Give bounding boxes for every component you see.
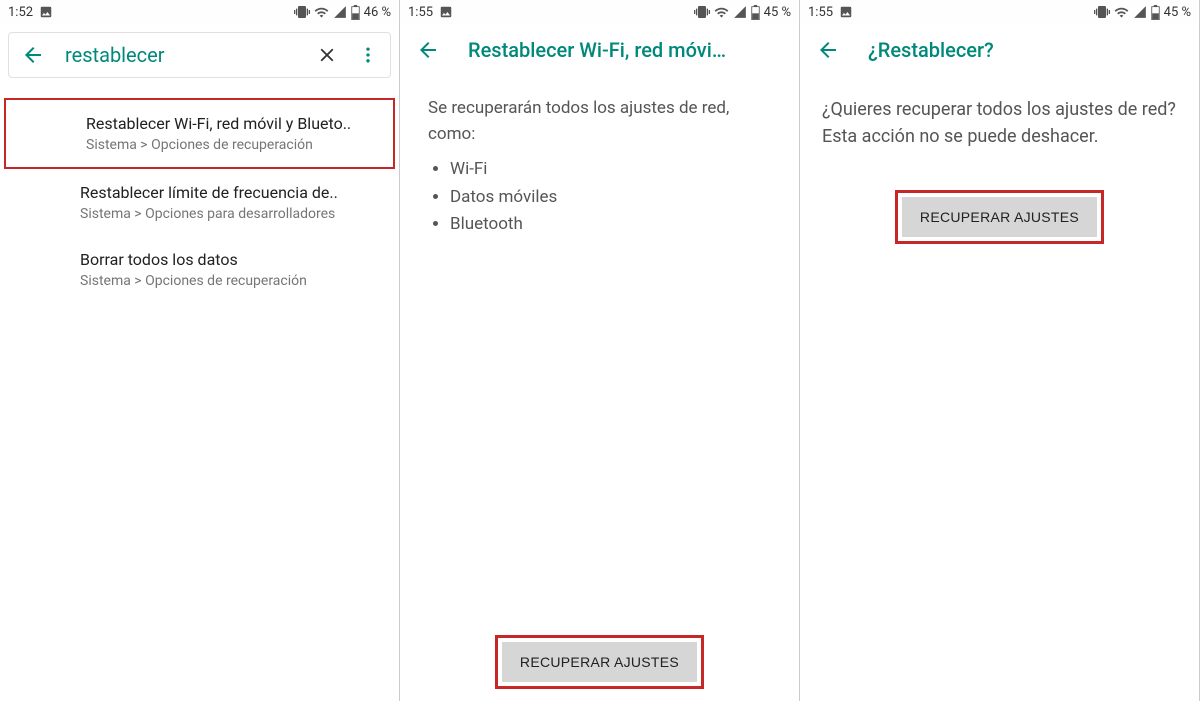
battery-icon [351, 5, 360, 20]
status-battery: 45 % [764, 5, 791, 20]
bullet-mobile-data: Datos móviles [450, 185, 771, 211]
bullet-wifi: Wi-Fi [450, 157, 771, 183]
signal-icon [733, 5, 747, 19]
page-title: ¿Restablecer? [868, 38, 994, 62]
confirm-text: ¿Quieres recuperar todos los ajustes de … [822, 96, 1177, 150]
button-row: RECUPERAR AJUSTES [822, 190, 1177, 244]
back-icon[interactable] [816, 38, 840, 62]
footer: RECUPERAR AJUSTES [400, 635, 799, 689]
header: ¿Restablecer? [800, 24, 1199, 76]
wifi-icon [1114, 5, 1129, 20]
gallery-icon [439, 5, 453, 19]
result-title: Borrar todos los datos [80, 250, 381, 269]
button-highlight: RECUPERAR AJUSTES [895, 190, 1104, 244]
clear-icon[interactable] [316, 44, 338, 66]
bullet-bluetooth: Bluetooth [450, 212, 771, 238]
status-time: 1:55 [408, 5, 433, 20]
status-battery: 46 % [364, 5, 391, 20]
page-title: Restablecer Wi-Fi, red móvi… [468, 38, 726, 62]
result-title: Restablecer Wi-Fi, red móvil y Blueto.. [86, 114, 375, 133]
result-path: Sistema > Opciones para desarrolladores [80, 206, 381, 222]
screen-search: 1:52 46 % restablecer [0, 0, 400, 701]
button-highlight: RECUPERAR AJUSTES [495, 635, 704, 689]
result-item-erase-data[interactable]: Borrar todos los datos Sistema > Opcione… [0, 236, 399, 303]
result-item-reset-limit[interactable]: Restablecer límite de frecuencia de.. Si… [0, 169, 399, 236]
status-bar: 1:52 46 % [0, 0, 399, 24]
more-icon[interactable] [358, 45, 378, 65]
search-bar[interactable]: restablecer [8, 32, 391, 78]
wifi-icon [314, 5, 329, 20]
wifi-icon [714, 5, 729, 20]
search-input[interactable]: restablecer [65, 43, 296, 67]
signal-icon [333, 5, 347, 19]
bullet-list: Wi-Fi Datos móviles Bluetooth [428, 157, 771, 238]
intro-text: Se recuperarán todos los ajustes de red,… [428, 96, 771, 147]
status-bar: 1:55 45 % [400, 0, 799, 24]
vibrate-icon [1094, 4, 1110, 20]
signal-icon [1133, 5, 1147, 19]
recover-settings-button[interactable]: RECUPERAR AJUSTES [502, 642, 697, 682]
status-bar: 1:55 45 % [800, 0, 1199, 24]
result-item-reset-network[interactable]: Restablecer Wi-Fi, red móvil y Blueto.. … [4, 98, 395, 169]
back-icon[interactable] [416, 38, 440, 62]
status-battery: 45 % [1164, 5, 1191, 20]
header: Restablecer Wi-Fi, red móvi… [400, 24, 799, 76]
search-results: Restablecer Wi-Fi, red móvil y Blueto.. … [0, 86, 399, 315]
result-path: Sistema > Opciones de recuperación [80, 273, 381, 289]
vibrate-icon [294, 4, 310, 20]
battery-icon [1151, 5, 1160, 20]
content: ¿Quieres recuperar todos los ajustes de … [800, 76, 1199, 264]
gallery-icon [39, 5, 53, 19]
status-time: 1:55 [808, 5, 833, 20]
back-icon[interactable] [21, 43, 45, 67]
screen-confirm: 1:55 45 % ¿Restablecer? ¿ [800, 0, 1200, 701]
vibrate-icon [694, 4, 710, 20]
gallery-icon [839, 5, 853, 19]
result-title: Restablecer límite de frecuencia de.. [80, 183, 381, 202]
content: Se recuperarán todos los ajustes de red,… [400, 76, 799, 260]
screen-reset-detail: 1:55 45 % Restablecer Wi-Fi, red móv [400, 0, 800, 701]
result-path: Sistema > Opciones de recuperación [86, 137, 375, 153]
status-time: 1:52 [8, 5, 33, 20]
recover-settings-button[interactable]: RECUPERAR AJUSTES [902, 197, 1097, 237]
battery-icon [751, 5, 760, 20]
